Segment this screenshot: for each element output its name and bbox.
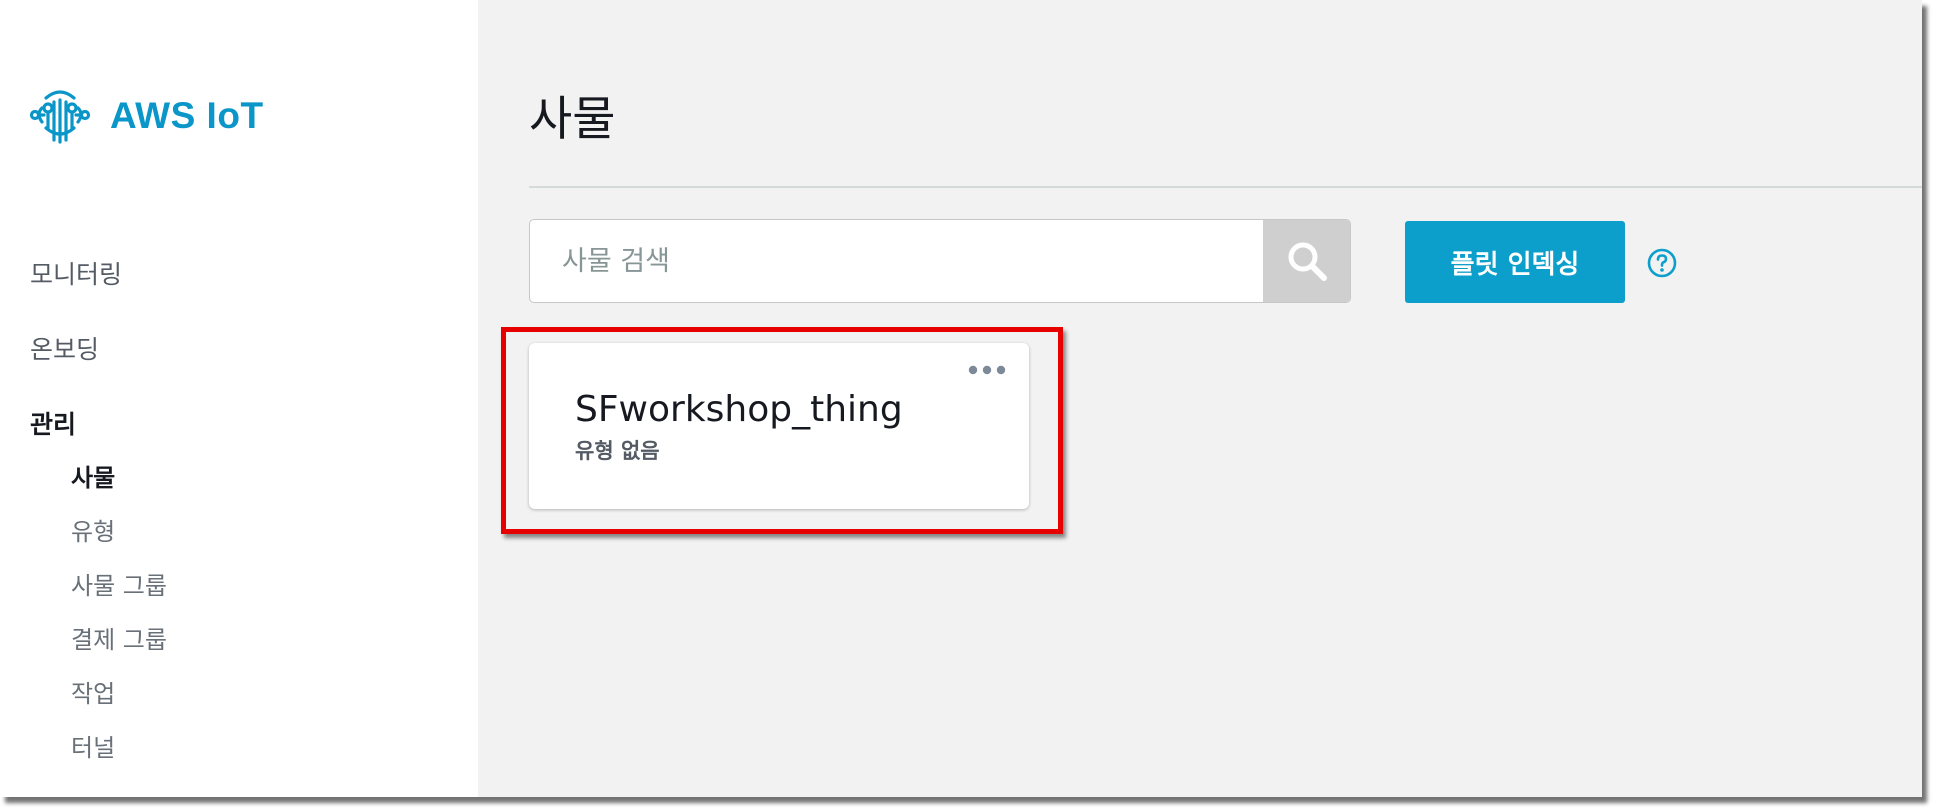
highlight-annotation: [501, 327, 1063, 534]
sidebar-item-jobs[interactable]: 작업: [71, 674, 115, 709]
fleet-indexing-button[interactable]: 플릿 인덱싱: [1405, 221, 1625, 303]
sidebar-item-things[interactable]: 사물: [71, 458, 115, 493]
aws-iot-logo-icon: [29, 90, 91, 144]
sidebar-item-monitoring[interactable]: 모니터링: [30, 255, 122, 291]
sidebar-item-onboarding[interactable]: 온보딩: [30, 330, 99, 366]
sidebar-item-tunnels[interactable]: 터널: [71, 728, 115, 763]
search-input[interactable]: [530, 220, 1265, 302]
window-frame: AWS IoT 모니터링 온보딩 관리 사물 유형 사물 그룹 결제 그룹 작업…: [0, 0, 1922, 797]
sidebar-item-thing-groups[interactable]: 사물 그룹: [71, 566, 167, 601]
sidebar: AWS IoT 모니터링 온보딩 관리 사물 유형 사물 그룹 결제 그룹 작업…: [0, 0, 478, 797]
divider: [529, 186, 1922, 188]
sidebar-item-billing-groups[interactable]: 결제 그룹: [71, 620, 167, 655]
page-title: 사물: [529, 92, 616, 147]
search-bar: [529, 219, 1351, 303]
brand-name: AWS IoT: [110, 95, 264, 136]
sidebar-section-manage[interactable]: 관리: [30, 405, 76, 441]
sidebar-item-types[interactable]: 유형: [71, 512, 115, 547]
search-button[interactable]: [1263, 220, 1350, 302]
search-icon: [1288, 242, 1327, 281]
help-circle-icon[interactable]: [1646, 247, 1678, 279]
brand-logo[interactable]: AWS IoT: [28, 84, 264, 148]
